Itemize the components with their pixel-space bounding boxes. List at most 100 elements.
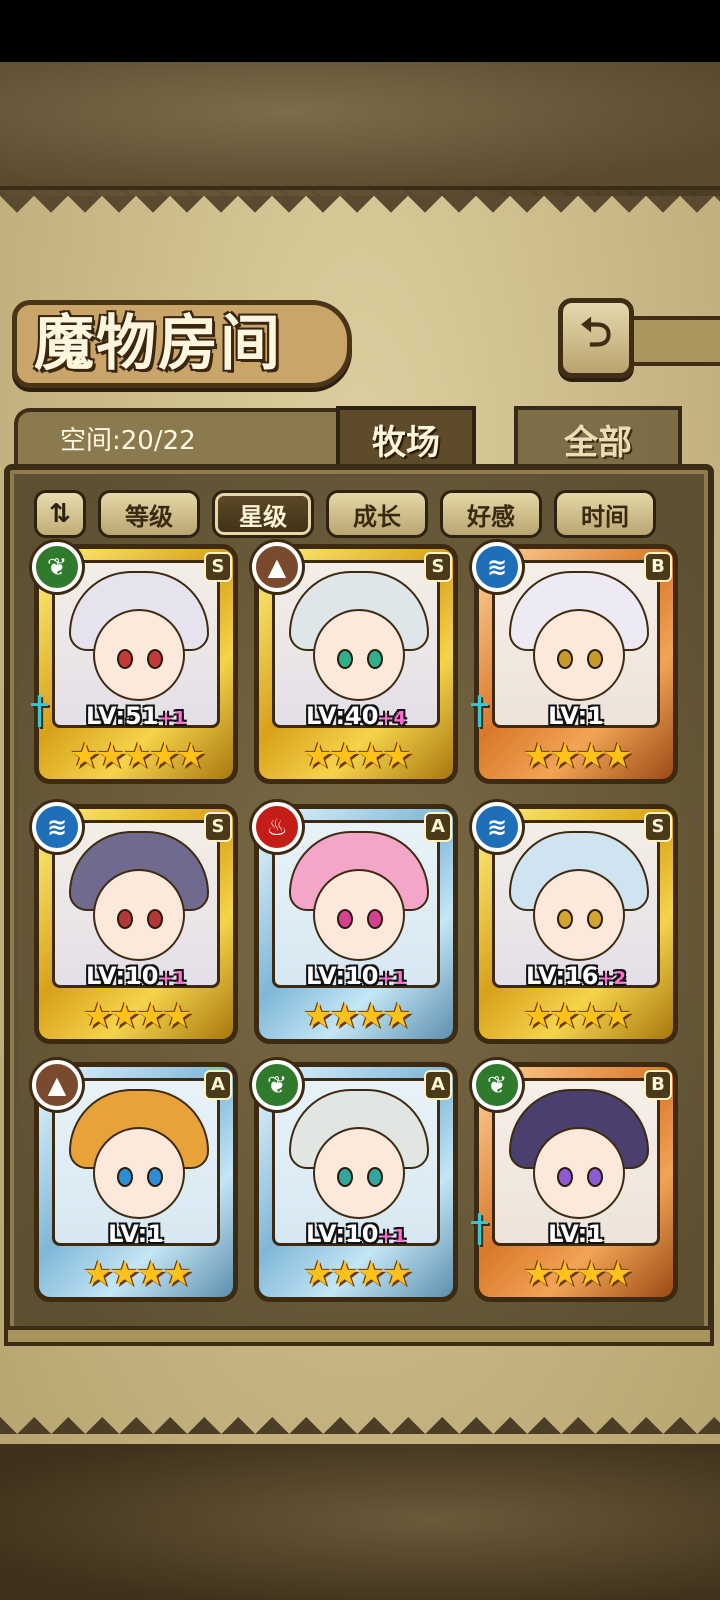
back-rail xyxy=(630,316,720,366)
monster-level: LV:10+1 xyxy=(254,962,458,990)
space-count: 空间:20/22 xyxy=(60,426,196,456)
monster-level: LV:10+1 xyxy=(254,1220,458,1248)
portrait-eye xyxy=(117,1167,133,1187)
monster-card[interactable]: ▲ S LV:40+4 ★★★★ xyxy=(252,542,458,784)
monster-level: LV:51+1 xyxy=(34,702,238,730)
tab-ranch[interactable]: 牧场 xyxy=(336,406,476,468)
monster-level: LV:1 xyxy=(474,1220,678,1248)
portrait-face xyxy=(533,609,625,701)
portrait-face xyxy=(313,1127,405,1219)
monster-level: LV:40+4 xyxy=(254,702,458,730)
back-button[interactable]: ⮌ xyxy=(558,298,634,378)
star-rating: ★★★★ xyxy=(303,1254,413,1294)
level-text: LV:10 xyxy=(85,962,159,990)
level-text: LV:51 xyxy=(85,702,159,730)
level-text: LV:10 xyxy=(305,1220,379,1248)
sort-growth-button[interactable]: 成长 xyxy=(326,490,428,538)
rank-badge: S xyxy=(644,812,672,842)
background-top-strip xyxy=(0,62,720,190)
portrait-face xyxy=(533,1127,625,1219)
monster-card[interactable]: ▲ A LV:1 ★★★★ xyxy=(32,1060,238,1302)
star-rating: ★★★★ xyxy=(303,996,413,1036)
sort-star-button[interactable]: 星级 xyxy=(212,490,314,538)
level-text: LV:1 xyxy=(108,1220,164,1248)
portrait-eye xyxy=(587,909,603,929)
page-title: 魔物房间 xyxy=(34,309,282,379)
portrait-eye xyxy=(367,649,383,669)
tab-all[interactable]: 全部 xyxy=(514,406,682,468)
monster-card[interactable]: ❦ S † LV:51+1 ★★★★★ xyxy=(30,542,238,784)
portrait-eye xyxy=(557,649,573,669)
earth-element-icon: ▲ xyxy=(32,1060,82,1110)
sort-time-button[interactable]: 时间 xyxy=(554,490,656,538)
monster-level: LV:1 xyxy=(474,702,678,730)
level-bonus: +1 xyxy=(158,968,187,989)
star-rating: ★★★★★ xyxy=(69,736,206,776)
sort-order-icon: ⇅ xyxy=(49,499,71,529)
portrait-face xyxy=(93,609,185,701)
rank-badge: B xyxy=(644,552,672,582)
portrait-eye xyxy=(587,649,603,669)
portrait-eye xyxy=(117,649,133,669)
level-bonus: +4 xyxy=(378,708,407,729)
fire-element-icon: ♨ xyxy=(252,802,302,852)
star-rating: ★★★★ xyxy=(303,736,413,776)
portrait-eye xyxy=(337,1167,353,1187)
parchment-bottom-edge xyxy=(0,1400,720,1434)
star-rating: ★★★★ xyxy=(523,736,633,776)
portrait-eye xyxy=(587,1167,603,1187)
portrait-face xyxy=(313,869,405,961)
monster-card[interactable]: ≋ S LV:16+2 ★★★★ xyxy=(472,802,678,1044)
portrait-eye xyxy=(117,909,133,929)
water-element-icon: ≋ xyxy=(472,542,522,592)
monster-card[interactable]: ≋ B † LV:1 ★★★★ xyxy=(470,542,678,784)
parchment-top-edge xyxy=(0,196,720,230)
rank-badge: S xyxy=(204,552,232,582)
level-text: LV:1 xyxy=(548,1220,604,1248)
portrait-eye xyxy=(337,649,353,669)
background-bottom-strip xyxy=(0,1440,720,1600)
portrait-eye xyxy=(147,649,163,669)
star-rating: ★★★★ xyxy=(523,996,633,1036)
sort-affection-button[interactable]: 好感 xyxy=(440,490,542,538)
portrait-eye xyxy=(557,909,573,929)
level-bonus: +1 xyxy=(158,708,187,729)
portrait-face xyxy=(533,869,625,961)
level-bonus: +1 xyxy=(378,968,407,989)
portrait-face xyxy=(313,609,405,701)
portrait-eye xyxy=(367,909,383,929)
monster-card[interactable]: ❦ B † LV:1 ★★★★ xyxy=(470,1060,678,1302)
rank-badge: A xyxy=(424,812,452,842)
monster-level: LV:10+1 xyxy=(34,962,238,990)
portrait-face xyxy=(93,1127,185,1219)
monster-card[interactable]: ≋ S LV:10+1 ★★★★ xyxy=(32,802,238,1044)
sort-level-button[interactable]: 等级 xyxy=(98,490,200,538)
level-text: LV:10 xyxy=(305,962,379,990)
portrait-eye xyxy=(147,1167,163,1187)
monster-level: LV:1 xyxy=(34,1220,238,1248)
status-bar xyxy=(0,0,720,62)
monster-card[interactable]: ❦ A LV:10+1 ★★★★ xyxy=(252,1060,458,1302)
water-element-icon: ≋ xyxy=(472,802,522,852)
rank-badge: B xyxy=(644,1070,672,1100)
rank-badge: A xyxy=(424,1070,452,1100)
rank-badge: S xyxy=(204,812,232,842)
rank-badge: S xyxy=(424,552,452,582)
portrait-eye xyxy=(147,909,163,929)
sort-order-button[interactable]: ⇅ xyxy=(34,490,86,538)
portrait-eye xyxy=(557,1167,573,1187)
level-text: LV:16 xyxy=(525,962,599,990)
earth-element-icon: ▲ xyxy=(252,542,302,592)
star-rating: ★★★★ xyxy=(523,1254,633,1294)
level-bonus: +2 xyxy=(598,968,627,989)
portrait-eye xyxy=(337,909,353,929)
monster-card[interactable]: ♨ A LV:10+1 ★★★★ xyxy=(252,802,458,1044)
level-text: LV:1 xyxy=(548,702,604,730)
list-bottom-rail xyxy=(4,1326,714,1346)
star-rating: ★★★★ xyxy=(83,996,193,1036)
nature-element-icon: ❦ xyxy=(472,1060,522,1110)
level-text: LV:40 xyxy=(305,702,379,730)
level-bonus: +1 xyxy=(378,1226,407,1247)
return-arrow-icon: ⮌ xyxy=(579,310,613,356)
star-rating: ★★★★ xyxy=(83,1254,193,1294)
